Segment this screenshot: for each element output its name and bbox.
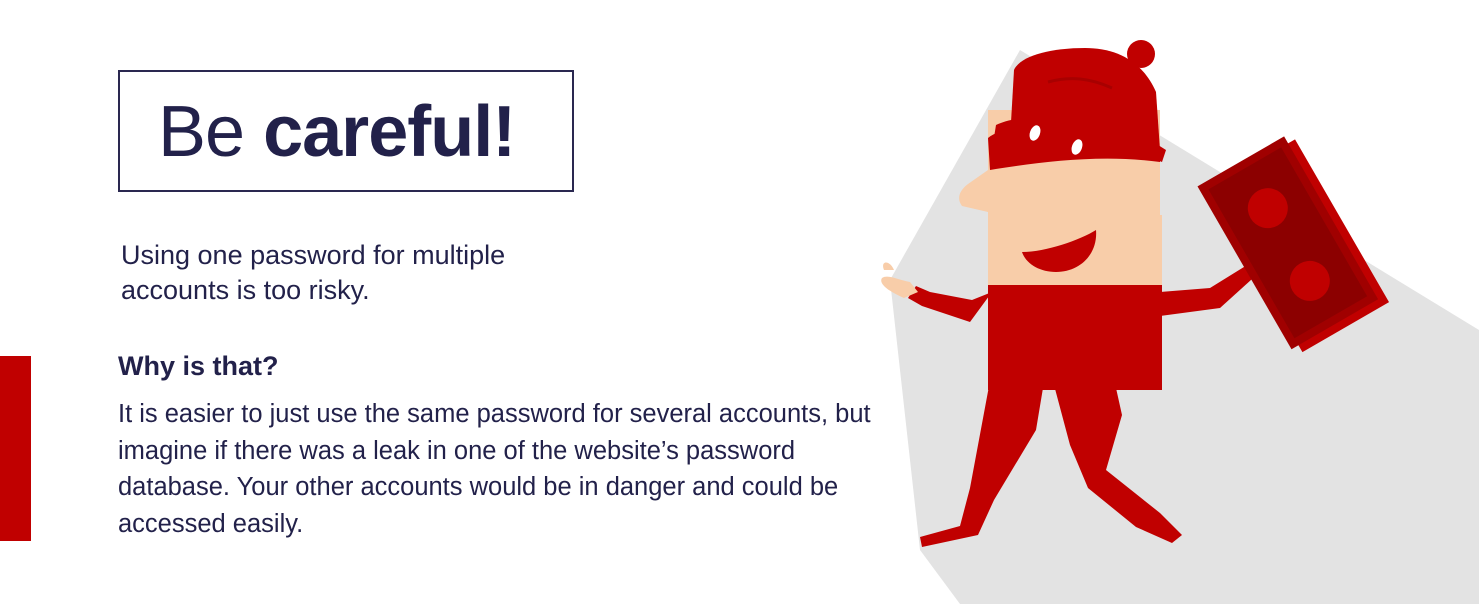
intro-text: Using one password for multiple accounts… <box>121 240 506 305</box>
section-question: Why is that? <box>118 351 279 381</box>
thief-torso <box>988 280 1162 390</box>
explanation-text: It is easier to just use the same passwo… <box>118 400 871 538</box>
title-bold-word: careful! <box>263 92 516 172</box>
page-title: Be careful! <box>158 92 516 172</box>
thief-illustration <box>881 40 1479 604</box>
title-frame: Be careful! <box>118 70 574 192</box>
accent-bar <box>0 356 31 541</box>
title-regular-word: Be <box>158 92 245 172</box>
